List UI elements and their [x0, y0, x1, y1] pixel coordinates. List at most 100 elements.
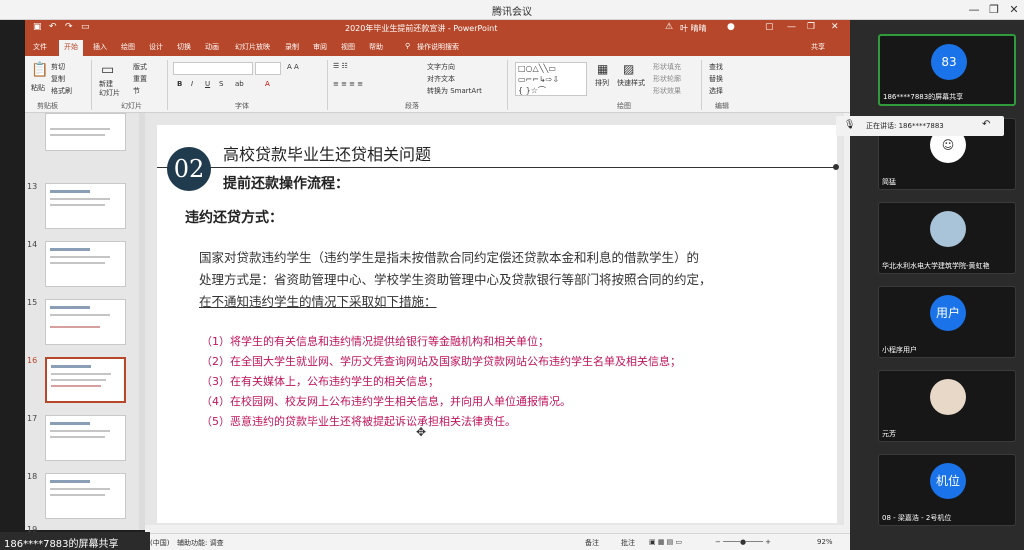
copy-button[interactable]: 复制: [51, 74, 65, 84]
slide-section-heading[interactable]: 违约还贷方式：: [185, 207, 283, 227]
minimize-button[interactable]: —: [966, 2, 982, 18]
participant-tile[interactable]: 华北水利水电大学建筑学院-黄虹艳: [878, 202, 1016, 274]
participant-tile[interactable]: 83 186****7883的屏幕共享: [878, 34, 1016, 106]
horizontal-scrollbar[interactable]: [145, 525, 850, 533]
close-button[interactable]: ✕: [1006, 2, 1022, 18]
tab-file[interactable]: 文件: [33, 42, 47, 52]
slide-thumbnail-selected[interactable]: [45, 357, 126, 403]
font-size-box[interactable]: [255, 62, 281, 75]
restore-icon[interactable]: ❐: [807, 22, 815, 32]
slide-subtitle[interactable]: 提前还款操作流程：: [223, 173, 349, 193]
search-icon[interactable]: ⚲: [405, 42, 410, 50]
align-text-button[interactable]: 对齐文本: [427, 74, 455, 84]
tab-transitions[interactable]: 切换: [177, 42, 191, 52]
find-button[interactable]: 查找: [709, 62, 723, 72]
measure-item[interactable]: （5）恶意违约的贷款毕业生还将被提起诉讼承担相关法律责任。: [201, 413, 516, 429]
measure-item[interactable]: （2）在全国大学生就业网、学历文凭查询网站及国家助学贷款网站公布违约学生名单及相…: [201, 353, 681, 369]
replace-button[interactable]: 替换: [709, 74, 723, 84]
avatar[interactable]: ●: [727, 22, 735, 32]
measure-item[interactable]: （1）将学生的有关信息和违约情况提供给银行等金融机构和相关单位；: [201, 333, 549, 349]
shadow-icon[interactable]: S: [219, 80, 223, 88]
tab-home[interactable]: 开始: [59, 40, 83, 56]
slide-thumbnail[interactable]: [45, 241, 126, 287]
slide-title[interactable]: 高校贷款毕业生还贷相关问题: [223, 141, 431, 165]
notes-button[interactable]: 备注: [585, 538, 599, 548]
accessibility-status[interactable]: 辅助功能: 调查: [177, 538, 224, 548]
shapes-gallery[interactable]: □○△╲╲▭ ▭⌐⌐↳⇨⇩{ }☆⌒: [515, 62, 587, 96]
participant-tile[interactable]: 机位 08 - 梁嘉浩 - 2号机位: [878, 454, 1016, 526]
cut-button[interactable]: 剪切: [51, 62, 65, 72]
shape-outline-button[interactable]: 形状轮廓: [653, 74, 681, 84]
paste-icon[interactable]: 📋: [31, 62, 48, 78]
section-number-badge: 02: [167, 147, 211, 191]
slide-thumbnail[interactable]: [45, 183, 126, 229]
new-slide-icon[interactable]: ▭: [101, 62, 114, 78]
font-color-icon[interactable]: A: [265, 80, 270, 88]
tab-help[interactable]: 帮助: [369, 42, 383, 52]
participant-tile[interactable]: 用户 小程序用户: [878, 286, 1016, 358]
shape-fill-button[interactable]: 形状填充: [653, 62, 681, 72]
font-name-box[interactable]: [173, 62, 253, 75]
tell-me-search[interactable]: 操作说明搜索: [417, 42, 459, 52]
quick-styles-button[interactable]: 快速样式: [617, 78, 645, 88]
meeting-titlebar: 腾讯会议 — ❐ ✕: [0, 0, 1024, 20]
italic-icon[interactable]: I: [191, 80, 193, 88]
bullets-icon[interactable]: ☰ ☷: [333, 62, 348, 70]
measure-item[interactable]: （3）在有关媒体上，公布违约学生的相关信息；: [201, 373, 439, 389]
tab-record[interactable]: 录制: [285, 42, 299, 52]
tab-view[interactable]: 视图: [341, 42, 355, 52]
save-icon[interactable]: ▣: [33, 22, 42, 32]
comments-button[interactable]: 批注: [621, 538, 635, 548]
underline-icon[interactable]: U: [205, 80, 210, 88]
arrange-button[interactable]: 排列: [595, 78, 609, 88]
participant-tile[interactable]: 元芳: [878, 370, 1016, 442]
zoom-level[interactable]: 92%: [817, 538, 833, 546]
section-button[interactable]: 节: [133, 86, 140, 96]
tab-animations[interactable]: 动画: [205, 42, 219, 52]
tab-insert[interactable]: 插入: [93, 42, 107, 52]
minimize-icon[interactable]: —: [787, 22, 796, 32]
format-painter-button[interactable]: 格式刷: [51, 86, 72, 96]
shape-effects-button[interactable]: 形状效果: [653, 86, 681, 96]
close-icon[interactable]: ✕: [831, 22, 839, 32]
slide-body-text[interactable]: 国家对贷款违约学生（违约学生是指未按借款合同约定偿还贷款本金和利息的借款学生）的…: [199, 247, 779, 313]
ribbon-options-icon[interactable]: ▢: [765, 22, 774, 32]
slide-thumbnail[interactable]: [45, 113, 126, 151]
tab-review[interactable]: 审阅: [313, 42, 327, 52]
warning-icon: ⚠: [665, 22, 674, 32]
restore-button[interactable]: ❐: [986, 2, 1002, 18]
paste-button[interactable]: 粘贴: [31, 83, 45, 93]
bold-icon[interactable]: B: [177, 80, 182, 88]
measure-item[interactable]: （4）在校园网、校友网上公布违约学生相关信息，并向用人单位通报情况。: [201, 393, 571, 409]
layout-button[interactable]: 版式: [133, 62, 147, 72]
user-name[interactable]: 叶 晴晴: [680, 23, 707, 34]
zoom-slider[interactable]: − ────●──── +: [715, 538, 771, 546]
slide-thumbnail[interactable]: [45, 473, 126, 519]
select-button[interactable]: 选择: [709, 86, 723, 96]
body-line: 国家对贷款违约学生（违约学生是指未按借款合同约定偿还贷款本金和利息的借款学生）的: [199, 250, 700, 265]
pin-icon[interactable]: ↶: [982, 119, 990, 130]
text-direction-button[interactable]: 文字方向: [427, 62, 455, 72]
align-icons[interactable]: ≡ ≡ ≡ ≡: [333, 80, 363, 88]
new-slide-button[interactable]: 新建 幻灯片: [99, 80, 120, 98]
quick-styles-icon[interactable]: ▨: [623, 62, 634, 76]
redo-icon[interactable]: ↷: [65, 22, 73, 32]
slide-number: 16: [27, 356, 38, 365]
strikethrough-icon[interactable]: ab: [235, 80, 244, 88]
undo-icon[interactable]: ↶: [49, 22, 57, 32]
slideshow-icon[interactable]: ▭: [81, 22, 90, 32]
slide-thumbnail[interactable]: [45, 415, 126, 461]
slide-thumbnail[interactable]: [45, 299, 126, 345]
smartart-button[interactable]: 转换为 SmartArt: [427, 86, 482, 96]
tab-design[interactable]: 设计: [149, 42, 163, 52]
share-button[interactable]: 共享: [811, 42, 825, 52]
reset-button[interactable]: 重置: [133, 74, 147, 84]
font-grow-icon[interactable]: A A: [287, 63, 299, 71]
view-buttons-icon[interactable]: ▣ ▦ ▤ ▭: [649, 538, 682, 546]
tab-slideshow[interactable]: 幻灯片放映: [235, 42, 270, 52]
arrange-icon[interactable]: ▦: [597, 62, 608, 76]
tab-draw[interactable]: 绘图: [121, 42, 135, 52]
participant-name: 华北水利水电大学建筑学院-黄虹艳: [882, 262, 990, 270]
slide-canvas[interactable]: 02 高校贷款毕业生还贷相关问题 提前还款操作流程： 违约还贷方式： 国家对贷款…: [157, 125, 839, 523]
participant-name: 简猛: [882, 178, 896, 186]
